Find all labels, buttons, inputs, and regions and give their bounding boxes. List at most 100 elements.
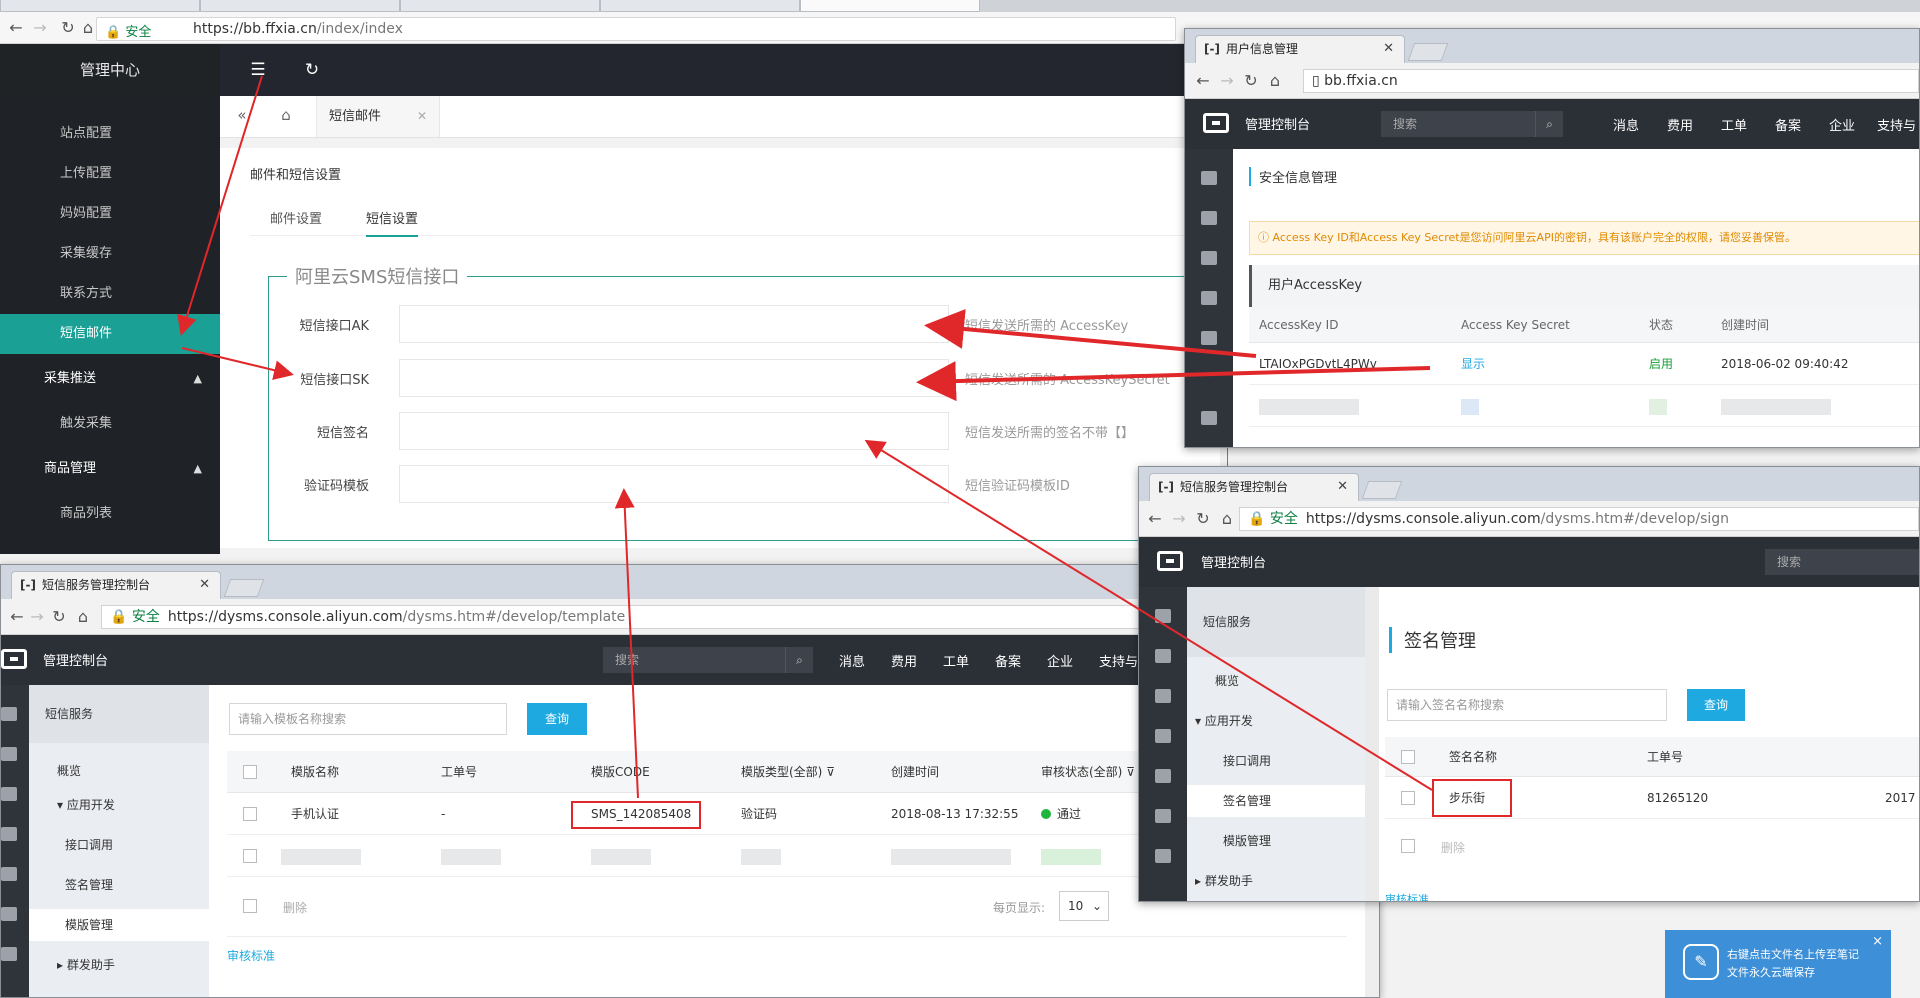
subnav-bulk-send[interactable]: ▸ 群发助手: [1187, 865, 1365, 897]
grid-icon[interactable]: [1201, 171, 1217, 185]
storage-icon[interactable]: [1, 947, 17, 961]
row-checkbox[interactable]: [243, 849, 257, 863]
row-checkbox[interactable]: [1401, 791, 1415, 805]
select-all-checkbox[interactable]: [243, 899, 257, 913]
subnav-bulk-send[interactable]: ▸ 群发助手: [29, 949, 209, 981]
menu-support[interactable]: 支持与: [1099, 651, 1138, 670]
sms-ak-input[interactable]: [399, 305, 949, 343]
forward-icon[interactable]: →: [30, 18, 50, 38]
subnav-api-call[interactable]: 接口调用: [1187, 745, 1365, 777]
search-icon[interactable]: ⌕: [1535, 111, 1563, 137]
url-input[interactable]: 🔒 安全 https://dysms.console.aliyun.com/dys…: [1239, 507, 1919, 531]
sidebar-item-collect-cache[interactable]: 采集缓存: [0, 234, 220, 274]
subnav-overview[interactable]: 概览: [29, 755, 209, 787]
close-icon[interactable]: ✕: [1337, 474, 1348, 500]
cloud-icon[interactable]: [1201, 331, 1217, 345]
grid-icon[interactable]: [1, 707, 17, 721]
shield-icon[interactable]: [1, 787, 17, 801]
back-icon[interactable]: ←: [1145, 509, 1165, 529]
sign-search-input[interactable]: 请输入签名名称搜索: [1387, 689, 1667, 721]
review-standard-link[interactable]: 审核标准: [227, 947, 275, 964]
reload-icon[interactable]: ↻: [58, 18, 78, 38]
forward-icon[interactable]: →: [1217, 71, 1237, 91]
row-checkbox[interactable]: [243, 807, 257, 821]
menu-messages[interactable]: 消息: [1613, 115, 1639, 134]
reload-icon[interactable]: ↻: [1241, 71, 1261, 91]
select-all-checkbox[interactable]: [1401, 839, 1415, 853]
browser-tab[interactable]: [200, 0, 400, 12]
url-input[interactable]: 🔒 安全 https://bb.ffxia.cn/index/index: [96, 17, 1176, 41]
sidebar-group-collect-push[interactable]: 采集推送 ▲: [0, 359, 220, 399]
menu-billing[interactable]: 费用: [1667, 115, 1693, 134]
sidebar-item-mama-config[interactable]: 妈妈配置: [0, 194, 220, 234]
storage-icon[interactable]: [1155, 849, 1171, 863]
tab-email-settings[interactable]: 邮件设置: [270, 208, 322, 227]
forward-icon[interactable]: →: [1169, 509, 1189, 529]
sidebar-item-upload-config[interactable]: 上传配置: [0, 154, 220, 194]
console-search[interactable]: 搜索 ⌕: [1381, 111, 1563, 137]
network-icon[interactable]: [1201, 291, 1217, 305]
tab-sms-settings[interactable]: 短信设置: [366, 208, 419, 237]
home-icon[interactable]: ⌂: [1265, 71, 1285, 91]
close-icon[interactable]: ✕: [199, 572, 210, 598]
page-tab-sms-email[interactable]: 短信邮件 ✕: [316, 96, 440, 137]
menu-icon[interactable]: ☰: [246, 58, 270, 82]
reload-icon[interactable]: ↻: [49, 607, 69, 627]
delete-button[interactable]: 删除: [1441, 839, 1465, 856]
cloud-icon[interactable]: [1155, 769, 1171, 783]
back-icon[interactable]: ←: [7, 607, 27, 627]
sms-sign-input[interactable]: [399, 412, 949, 450]
forward-icon[interactable]: →: [27, 607, 47, 627]
home-icon[interactable]: ⌂: [274, 106, 298, 128]
show-secret-link[interactable]: 显示: [1461, 343, 1485, 385]
console-title[interactable]: 管理控制台: [43, 650, 108, 669]
reload-icon[interactable]: ↻: [1193, 509, 1213, 529]
select-all-checkbox[interactable]: [243, 765, 257, 779]
new-tab-button[interactable]: [1361, 481, 1403, 499]
refresh-icon[interactable]: ↻: [300, 58, 324, 82]
home-icon[interactable]: ⌂: [1217, 509, 1237, 529]
subnav-sign-manage[interactable]: 签名管理: [29, 869, 209, 901]
close-icon[interactable]: ✕: [417, 96, 427, 137]
home-icon[interactable]: ⌂: [73, 607, 93, 627]
sidebar-item-contact[interactable]: 联系方式: [0, 274, 220, 314]
subnav-api-call[interactable]: 接口调用: [29, 829, 209, 861]
menu-billing[interactable]: 费用: [891, 651, 917, 670]
upload-notice[interactable]: ✎ 右键点击文件名上传至笔记 文件永久云端保存 ×: [1665, 930, 1891, 998]
subnav-sign-manage[interactable]: 签名管理: [1187, 785, 1365, 817]
sidebar-item-trigger-collect[interactable]: 触发采集: [0, 404, 220, 444]
menu-enterprise[interactable]: 企业: [1829, 115, 1855, 134]
link-icon[interactable]: [1155, 809, 1171, 823]
subnav-template-manage[interactable]: 模版管理: [29, 909, 209, 941]
menu-support[interactable]: 支持与: [1877, 115, 1916, 134]
link-icon[interactable]: [1, 907, 17, 921]
server-icon[interactable]: [1155, 649, 1171, 663]
sidebar-item-sms-email[interactable]: 短信邮件: [0, 314, 220, 354]
search-icon[interactable]: ⌕: [785, 647, 813, 673]
url-input[interactable]: ▯ bb.ffxia.cn: [1303, 69, 1919, 93]
sms-template-input[interactable]: [399, 465, 949, 503]
subnav-app-dev[interactable]: ▾ 应用开发: [1187, 705, 1365, 737]
back-icon[interactable]: ←: [6, 18, 26, 38]
col-review-status[interactable]: 审核状态(全部) ⊽: [1041, 751, 1135, 793]
browser-tab[interactable]: [600, 0, 800, 12]
window-tab[interactable]: [-] 用户信息管理 ✕: [1195, 35, 1405, 63]
delete-button[interactable]: 删除: [283, 899, 307, 916]
window-tab[interactable]: [-] 短信服务管理控制台 ✕: [11, 571, 221, 599]
shield-icon[interactable]: [1155, 689, 1171, 703]
scrollbar[interactable]: [1365, 587, 1379, 901]
col-template-type[interactable]: 模版类型(全部) ⊽: [741, 751, 835, 793]
new-tab-button[interactable]: [1407, 43, 1449, 61]
sidebar-item-goods-list[interactable]: 商品列表: [0, 494, 220, 534]
sms-sk-input[interactable]: [399, 359, 949, 397]
browser-tab-active[interactable]: [800, 0, 980, 12]
menu-icp[interactable]: 备案: [995, 651, 1021, 670]
subnav-overview[interactable]: 概览: [1187, 665, 1365, 697]
storage-icon[interactable]: [1201, 411, 1217, 425]
per-page-select[interactable]: 10 ⌄: [1059, 891, 1109, 921]
console-search[interactable]: 搜索 ⌕: [603, 647, 813, 673]
window-tab[interactable]: [-] 短信服务管理控制台 ✕: [1149, 473, 1359, 501]
console-title[interactable]: 管理控制台: [1245, 114, 1310, 133]
collapse-icon[interactable]: «: [230, 106, 254, 128]
review-standard-link[interactable]: 审核标准: [1385, 891, 1429, 901]
